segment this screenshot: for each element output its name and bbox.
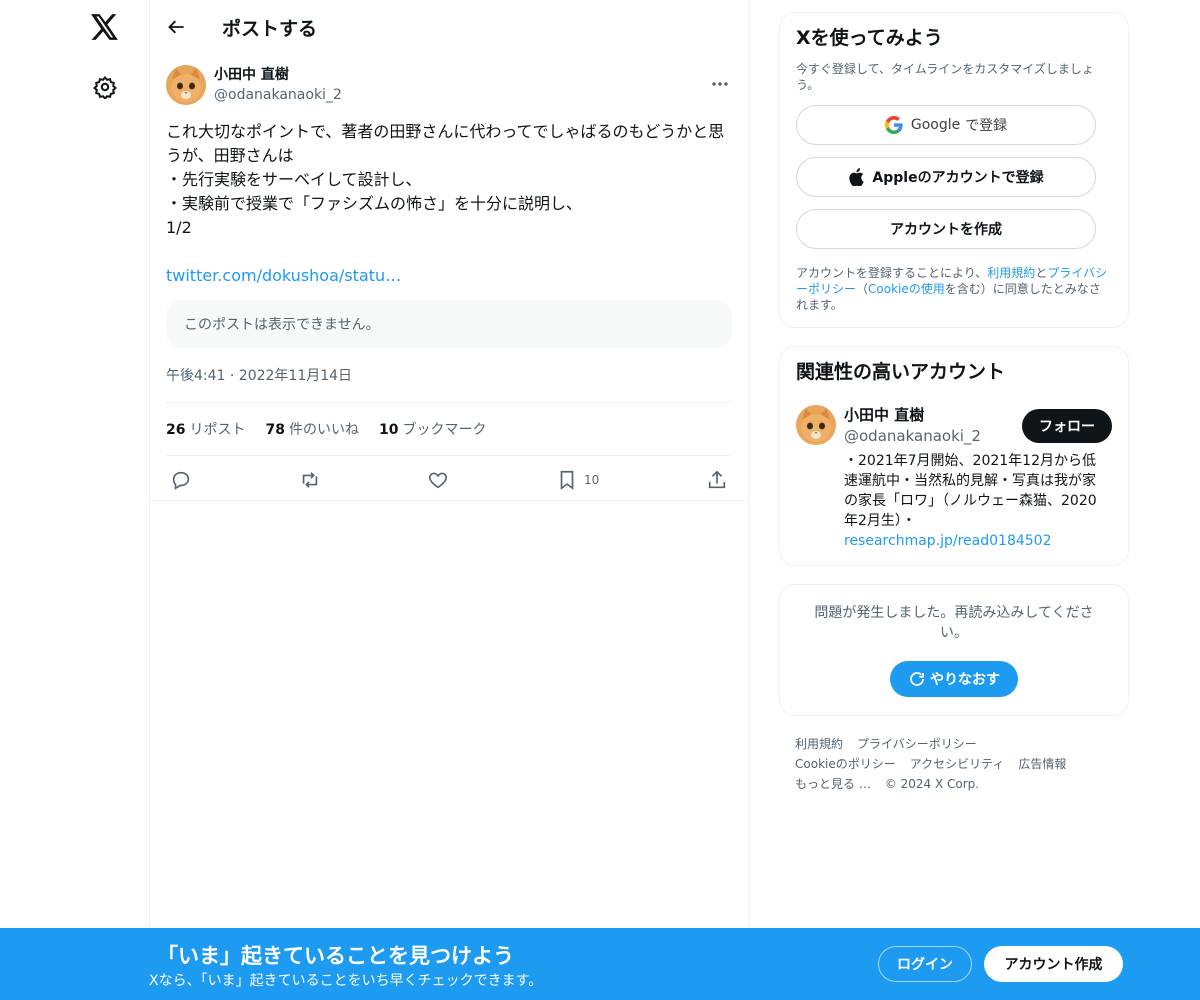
signup-terms: アカウントを登録することにより、利用規約とプライバシーポリシー（Cookieの使… xyxy=(796,266,1108,312)
signup-button[interactable]: アカウント作成 xyxy=(984,946,1123,982)
bookmarks-stat[interactable]: 10 ブックマーク xyxy=(379,419,486,439)
post-actions: 10 xyxy=(166,456,732,503)
terms-link[interactable]: 利用規約 xyxy=(987,266,1035,280)
apple-signup-button[interactable]: Appleのアカウントで登録 xyxy=(796,157,1096,197)
error-card: 問題が発生しました。再読み込みしてください。 やりなおす xyxy=(779,584,1129,716)
share-icon xyxy=(708,470,726,488)
header: ポストする xyxy=(150,0,748,54)
signup-title: Xを使ってみよう xyxy=(796,27,943,49)
repost-icon xyxy=(302,471,317,488)
cookie-link[interactable]: Cookieの使用 xyxy=(868,282,945,296)
right-sidebar: Xを使ってみよう 今すぐ登録して、タイムラインをカスタマイズしましょう。 Goo… xyxy=(779,12,1129,794)
footer-cookie-link[interactable]: Cookieのポリシー xyxy=(795,757,896,771)
repost-button[interactable] xyxy=(299,469,321,491)
post-text: これ大切なポイントで、著者の田野さんに代わってでしゃばるのもどうかと思うが、田野… xyxy=(166,122,725,237)
footer-privacy-link[interactable]: プライバシーポリシー xyxy=(857,737,977,751)
gear-icon[interactable] xyxy=(84,66,126,108)
bottom-signup-bar: 「いま」起きていることを見つけよう Xなら、「いま」起きていることをいち早くチェ… xyxy=(0,928,1200,1000)
footer-ads-link[interactable]: 広告情報 xyxy=(1018,757,1066,771)
error-message: 問題が発生しました。再読み込みしてください。 xyxy=(814,605,1094,641)
footer-copyright: © 2024 X Corp. xyxy=(884,777,980,791)
share-button[interactable] xyxy=(706,469,728,491)
reply-icon xyxy=(172,471,190,490)
like-button[interactable] xyxy=(427,469,449,491)
signup-subtitle: 今すぐ登録して、タイムラインをカスタマイズしましょう。 xyxy=(796,62,1094,92)
reply-button[interactable] xyxy=(170,469,192,491)
bottombar-subtitle: Xなら、「いま」起きていることをいち早くチェックできます。 xyxy=(149,973,543,989)
bookmark-icon xyxy=(560,470,574,490)
unavailable-quote: このポストは表示できません。 xyxy=(166,300,732,348)
author-name[interactable]: 小田中 直樹 xyxy=(214,65,342,85)
recommend-title: 関連性の高いアカウント xyxy=(796,361,1006,383)
bio-link[interactable]: researchmap.jp/read0184502 xyxy=(844,533,1052,549)
footer-accessibility-link[interactable]: アクセシビリティ xyxy=(910,757,1005,771)
reposts-stat[interactable]: 26 リポスト xyxy=(166,419,245,439)
footer-more-link[interactable]: もっと見る … xyxy=(795,777,871,791)
google-icon xyxy=(884,116,903,134)
recommended-account[interactable]: 小田中 直樹 @odanakanaoki_2 ・2021年7月開始、2021年1… xyxy=(796,405,1112,551)
recommend-card: 関連性の高いアカウント 小田中 直樹 @odanakanaoki_2 ・2021… xyxy=(779,346,1129,566)
divider xyxy=(150,500,748,501)
apple-icon xyxy=(849,168,865,186)
post: 小田中 直樹 @odanakanaoki_2 これ大切なポイントで、著者の田野さ… xyxy=(150,54,748,503)
signup-card: Xを使ってみよう 今すぐ登録して、タイムラインをカスタマイズしましょう。 Goo… xyxy=(779,12,1129,328)
heart-icon xyxy=(429,472,448,488)
google-signup-button[interactable]: Google で登録 xyxy=(796,105,1096,145)
login-button[interactable]: ログイン xyxy=(878,946,972,982)
refresh-icon xyxy=(910,672,924,686)
avatar[interactable] xyxy=(796,405,836,445)
retry-button[interactable]: やりなおす xyxy=(890,661,1018,697)
author-handle[interactable]: @odanakanaoki_2 xyxy=(214,85,342,105)
footer: 利用規約 プライバシーポリシー Cookieのポリシー アクセシビリティ 広告情報 も… xyxy=(779,734,1129,794)
bookmark-button[interactable]: 10 xyxy=(556,469,599,491)
left-nav xyxy=(0,0,150,1000)
post-stats: 26 リポスト 78 件のいいね 10 ブックマーク xyxy=(166,403,732,456)
create-account-button[interactable]: アカウントを作成 xyxy=(796,209,1096,249)
post-link[interactable]: twitter.com/dokushoa/statu… xyxy=(166,264,732,288)
bookmark-count: 10 xyxy=(584,472,600,487)
avatar[interactable] xyxy=(166,65,206,105)
recommended-bio: ・2021年7月開始、2021年12月から低速運航中・当然私的見解・写真は我が家… xyxy=(844,453,1097,549)
bottombar-title: 「いま」起きていることを見つけよう xyxy=(157,944,514,968)
more-options-icon[interactable] xyxy=(710,74,730,94)
follow-button[interactable]: フォロー xyxy=(1022,409,1112,443)
likes-stat[interactable]: 78 件のいいね xyxy=(265,419,358,439)
main-column: ポストする 小田中 直樹 @odanakanaoki_2 これ大切なポイントで、… xyxy=(149,0,749,1000)
back-arrow-icon[interactable] xyxy=(166,16,188,38)
x-logo-icon[interactable] xyxy=(84,6,126,48)
post-timestamp[interactable]: 午後4:41 · 2022年11月14日 xyxy=(166,366,732,403)
page-title: ポストする xyxy=(222,17,318,40)
post-author: 小田中 直樹 @odanakanaoki_2 xyxy=(166,64,732,106)
footer-terms-link[interactable]: 利用規約 xyxy=(795,737,843,751)
